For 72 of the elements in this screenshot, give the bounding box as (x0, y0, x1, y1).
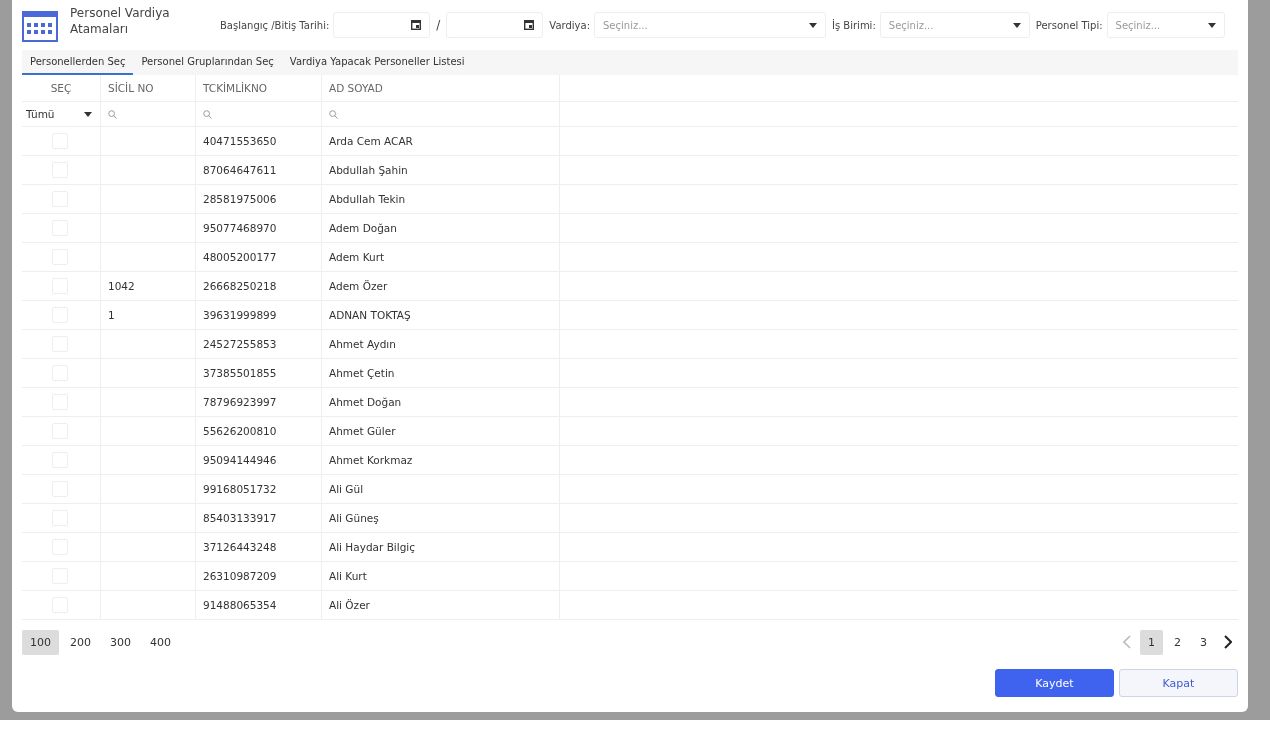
calendar-icon (411, 20, 422, 30)
table-cell: Ahmet Aydın (329, 338, 396, 350)
filter-label: İş Birimi: (832, 19, 876, 31)
table-cell: Ahmet Güler (329, 425, 396, 437)
table-cell: 78796923997 (203, 396, 277, 408)
filter-label: Başlangıç /Bitiş Tarihi: (220, 19, 330, 31)
caret-icon (809, 22, 817, 28)
table-cell: 1042 (108, 280, 135, 292)
table-cell: 95077468970 (203, 222, 277, 234)
calendar-icon (524, 20, 535, 30)
table-cell: 40471553650 (203, 135, 277, 147)
calendar-icon (22, 8, 58, 42)
tab[interactable]: Personel Gruplarından Seç (133, 50, 282, 75)
table-cell: ADNAN TOKTAŞ (329, 309, 411, 321)
filter-label: Personel Tipi: (1035, 19, 1103, 31)
filter-label: Vardiya: (549, 19, 590, 31)
page-number[interactable]: 2 (1166, 629, 1189, 655)
table-cell: 99168051732 (203, 483, 277, 495)
next-page-icon[interactable] (1224, 635, 1232, 649)
page-size-option[interactable]: 300 (102, 629, 139, 655)
tab[interactable]: Vardiya Yapacak Personeller Listesi (281, 50, 473, 75)
table-cell: 48005200177 (203, 251, 277, 263)
table-cell: Abdullah Tekin (329, 193, 406, 205)
caret-icon (1012, 22, 1021, 28)
end-date-field[interactable] (446, 12, 544, 38)
column-header[interactable]: SİCİL NO (101, 75, 196, 101)
save-button[interactable]: Kaydet (995, 669, 1114, 697)
table-cell: 1 (108, 309, 115, 321)
dialog-title: Personel Vardiya Atamaları (70, 5, 170, 37)
table-cell: Ali Kurt (329, 570, 367, 582)
page-number[interactable]: 1 (1140, 629, 1163, 655)
table-cell: 39631999899 (203, 309, 277, 321)
date-separator: / (436, 18, 441, 32)
table-cell: 37126443248 (203, 541, 277, 553)
column-header[interactable]: AD SOYAD (322, 75, 560, 101)
table-cell: Ali Haydar Bilgiç (329, 541, 416, 553)
table-cell: Ali Özer (329, 599, 370, 611)
table-cell: 95094144946 (203, 454, 277, 466)
caret-icon (1207, 22, 1216, 28)
column-header[interactable]: TCKİMLİKNO (196, 75, 322, 101)
table-cell: 87064647611 (203, 164, 277, 176)
page-size-option[interactable]: 200 (62, 629, 99, 655)
table-cell: 28581975006 (203, 193, 277, 205)
table-cell: Arda Cem ACAR (329, 135, 413, 147)
table-cell: 26310987209 (203, 570, 277, 582)
tab[interactable]: Personellerden Seç (22, 50, 134, 75)
close-button[interactable]: Kapat (1119, 669, 1238, 697)
table-cell: 55626200810 (203, 425, 277, 437)
start-date-field[interactable] (333, 12, 431, 38)
table-cell: 85403133917 (203, 512, 277, 524)
table-cell: 26668250218 (203, 280, 277, 292)
table-cell: Ahmet Doğan (329, 396, 402, 408)
page-number[interactable]: 3 (1192, 629, 1215, 655)
search-icon (329, 109, 338, 119)
search-icon (203, 109, 212, 119)
table-cell: Ahmet Korkmaz (329, 454, 413, 466)
column-header[interactable]: SEÇ (22, 75, 101, 101)
table-cell: Ali Güneş (329, 512, 379, 524)
table-cell: Abdullah Şahin (329, 164, 408, 176)
select-filter-dropdown[interactable]: Tümü (22, 102, 101, 126)
caret-icon (84, 111, 92, 117)
table-cell: Adem Doğan (329, 222, 397, 234)
table-cell: Ahmet Çetin (329, 367, 395, 379)
table-cell: Ali Gül (329, 483, 364, 495)
table-cell: Adem Kurt (329, 251, 385, 263)
table-cell: 24527255853 (203, 338, 277, 350)
search-icon (108, 109, 117, 119)
table-cell: 37385501855 (203, 367, 277, 379)
table-cell: 91488065354 (203, 599, 277, 611)
table-cell: Adem Özer (329, 280, 388, 292)
page-size-option[interactable]: 100 (22, 629, 59, 655)
page-size-option[interactable]: 400 (142, 629, 179, 655)
